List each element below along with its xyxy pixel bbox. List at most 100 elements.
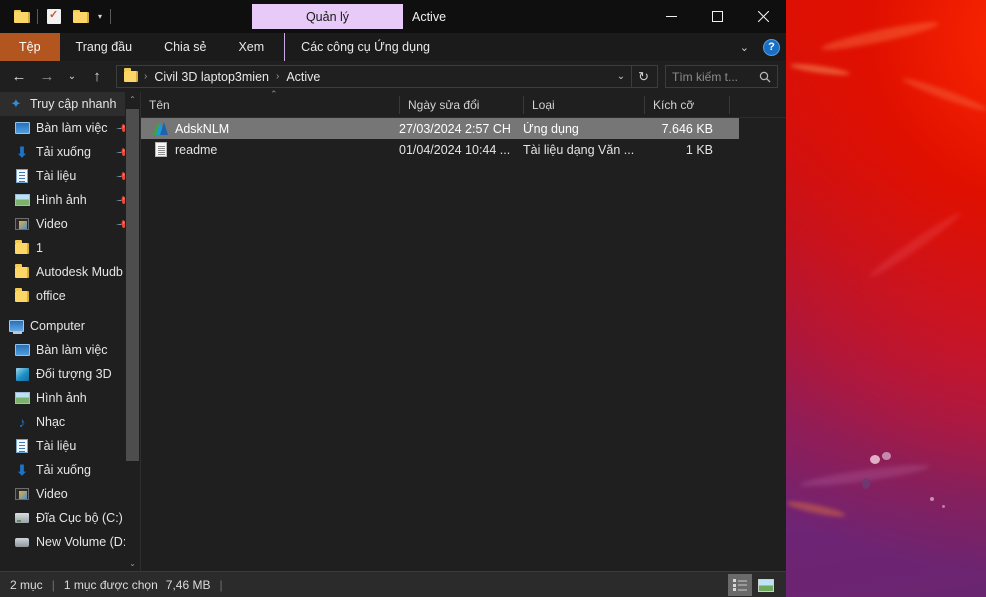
file-name-cell: readme [141, 142, 399, 158]
sidebar-item-desktop-2[interactable]: Bàn làm việc [0, 338, 140, 362]
sidebar-scrollbar[interactable]: ⌃ ⌄ [125, 92, 140, 571]
recent-locations-icon[interactable]: ⌄ [62, 64, 82, 90]
sidebar-item-label: Đối tượng 3D [36, 367, 112, 381]
desktop-icon [14, 342, 30, 358]
sidebar-item-downloads-2[interactable]: ⬇ Tải xuống [0, 458, 140, 482]
sidebar-item-label: 1 [36, 241, 43, 255]
sidebar-item-label: Hình ảnh [36, 391, 87, 405]
scroll-up-icon[interactable]: ⌃ [125, 92, 140, 107]
tab-home[interactable]: Trang đầu [60, 33, 149, 61]
column-header-date-modified[interactable]: Ngày sửa đổi [399, 96, 523, 114]
maximize-button[interactable] [694, 0, 740, 33]
sidebar-item-local-disk-c[interactable]: Đĩa Cục bộ (C:) [0, 506, 140, 530]
table-row[interactable]: readme 01/04/2024 10:44 ... Tài liệu dạn… [141, 139, 739, 160]
sidebar-item-label: Đĩa Cục bộ (C:) [36, 511, 123, 525]
contextual-tab-manage[interactable]: Quản lý [252, 4, 403, 29]
file-list-pane: Tên ⌃ Ngày sửa đổi Loại Kích cỡ [141, 92, 786, 571]
column-header-type[interactable]: Loại [523, 96, 644, 114]
sidebar-item-3d-objects[interactable]: Đối tượng 3D [0, 362, 140, 386]
breadcrumb-separator: › [272, 71, 283, 82]
tab-file[interactable]: Tệp [0, 33, 60, 61]
desktop-icon [14, 120, 30, 136]
folder-icon [14, 288, 30, 304]
sidebar-item-videos[interactable]: Video 📌 [0, 212, 140, 236]
refresh-icon[interactable]: ↻ [631, 66, 655, 87]
downloads-icon: ⬇ [14, 144, 30, 160]
explorer-content: ✦ Truy cập nhanh Bàn làm việc 📌 ⬇ Tải xu… [0, 92, 786, 571]
tab-view[interactable]: Xem [222, 33, 280, 61]
quick-access-toolbar: ▾ [0, 0, 114, 33]
wallpaper-streak [867, 209, 963, 280]
customize-caret-icon[interactable]: ▾ [93, 13, 107, 21]
sidebar-item-label: Tài liệu [36, 439, 76, 453]
sidebar-item-pictures-2[interactable]: Hình ảnh [0, 386, 140, 410]
toolbar-divider [37, 9, 38, 24]
sidebar-item-autodesk-mudbox[interactable]: Autodesk Mudb [0, 260, 140, 284]
sidebar-item-label: office [36, 289, 66, 303]
sidebar-item-label: Video [36, 217, 68, 231]
window-controls [648, 0, 786, 33]
sidebar-item-documents[interactable]: Tài liệu 📌 [0, 164, 140, 188]
file-name: AdskNLM [175, 122, 229, 136]
new-folder-icon[interactable] [67, 4, 93, 30]
videos-icon [14, 216, 30, 232]
address-dropdown-icon[interactable]: ⌄ [611, 71, 631, 82]
sidebar-item-new-volume-d[interactable]: New Volume (D: [0, 530, 140, 554]
sidebar-item-label: Truy cập nhanh [30, 97, 116, 111]
details-view-button[interactable] [728, 574, 752, 596]
sidebar-item-documents-2[interactable]: Tài liệu [0, 434, 140, 458]
sidebar-item-downloads[interactable]: ⬇ Tải xuống 📌 [0, 140, 140, 164]
sidebar-item-label: Tài liệu [36, 169, 76, 183]
sort-ascending-icon: ⌃ [270, 89, 278, 100]
wallpaper-streak [820, 18, 940, 55]
autodesk-app-icon [153, 121, 169, 137]
breadcrumb-item-2[interactable]: Active [283, 70, 323, 84]
breadcrumb-item-1[interactable]: Civil 3D laptop3mien [151, 70, 272, 84]
sidebar-item-label: Bàn làm việc [36, 343, 108, 357]
folder-icon[interactable] [8, 4, 34, 30]
item-count: 2 mục [10, 578, 43, 592]
column-header-name[interactable]: Tên ⌃ [141, 96, 399, 114]
navigation-pane: ✦ Truy cập nhanh Bàn làm việc 📌 ⬇ Tải xu… [0, 92, 140, 571]
column-header-size[interactable]: Kích cỡ [644, 96, 729, 114]
star-icon: ✦ [8, 96, 24, 112]
properties-icon[interactable] [41, 4, 67, 30]
address-bar: ← → ⌄ ↑ › Civil 3D laptop3mien › Active … [0, 61, 786, 92]
sidebar-item-label: Bàn làm việc [36, 121, 108, 135]
sidebar-item-label: Nhạc [36, 415, 65, 429]
forward-button[interactable]: → [34, 64, 60, 90]
tab-application-tools[interactable]: Các công cụ Ứng dụng [284, 33, 446, 61]
chevron-down-icon[interactable]: ⌄ [734, 41, 755, 54]
scrollbar-thumb[interactable] [126, 109, 139, 461]
file-type-cell: Ứng dụng [523, 122, 644, 136]
minimize-button[interactable] [648, 0, 694, 33]
up-button[interactable]: ↑ [84, 64, 110, 90]
close-button[interactable] [740, 0, 786, 33]
sidebar-item-folder-1[interactable]: 1 [0, 236, 140, 260]
sidebar-item-quick-access[interactable]: ✦ Truy cập nhanh [0, 92, 140, 116]
breadcrumb[interactable]: › Civil 3D laptop3mien › Active ⌄ ↻ [116, 65, 658, 88]
sidebar-item-label: Tải xuống [36, 145, 91, 159]
back-button[interactable]: ← [6, 64, 32, 90]
sidebar-item-pictures[interactable]: Hình ảnh 📌 [0, 188, 140, 212]
folder-icon [124, 71, 138, 82]
search-input[interactable]: Tìm kiếm t... [665, 65, 778, 88]
sidebar-item-computer[interactable]: Computer [0, 314, 140, 338]
help-icon[interactable]: ? [763, 39, 780, 56]
sidebar-item-music[interactable]: ♪ Nhạc [0, 410, 140, 434]
downloads-icon: ⬇ [14, 462, 30, 478]
wallpaper-streak [790, 62, 850, 77]
table-row[interactable]: AdskNLM 27/03/2024 2:57 CH Ứng dụng 7.64… [141, 118, 739, 139]
sidebar-item-videos-2[interactable]: Video [0, 482, 140, 506]
large-icons-view-button[interactable] [754, 574, 778, 596]
sidebar-item-office[interactable]: office [0, 284, 140, 308]
minimize-icon [666, 11, 677, 22]
tab-share[interactable]: Chia sẻ [148, 33, 222, 61]
maximize-icon [712, 11, 723, 22]
sidebar-item-label: New Volume (D: [36, 535, 126, 549]
sidebar-item-desktop[interactable]: Bàn làm việc 📌 [0, 116, 140, 140]
contextual-tab-label: Quản lý [306, 10, 349, 24]
scroll-down-icon[interactable]: ⌄ [125, 556, 140, 571]
wallpaper-streak [800, 461, 930, 490]
toolbar-divider [110, 9, 111, 24]
